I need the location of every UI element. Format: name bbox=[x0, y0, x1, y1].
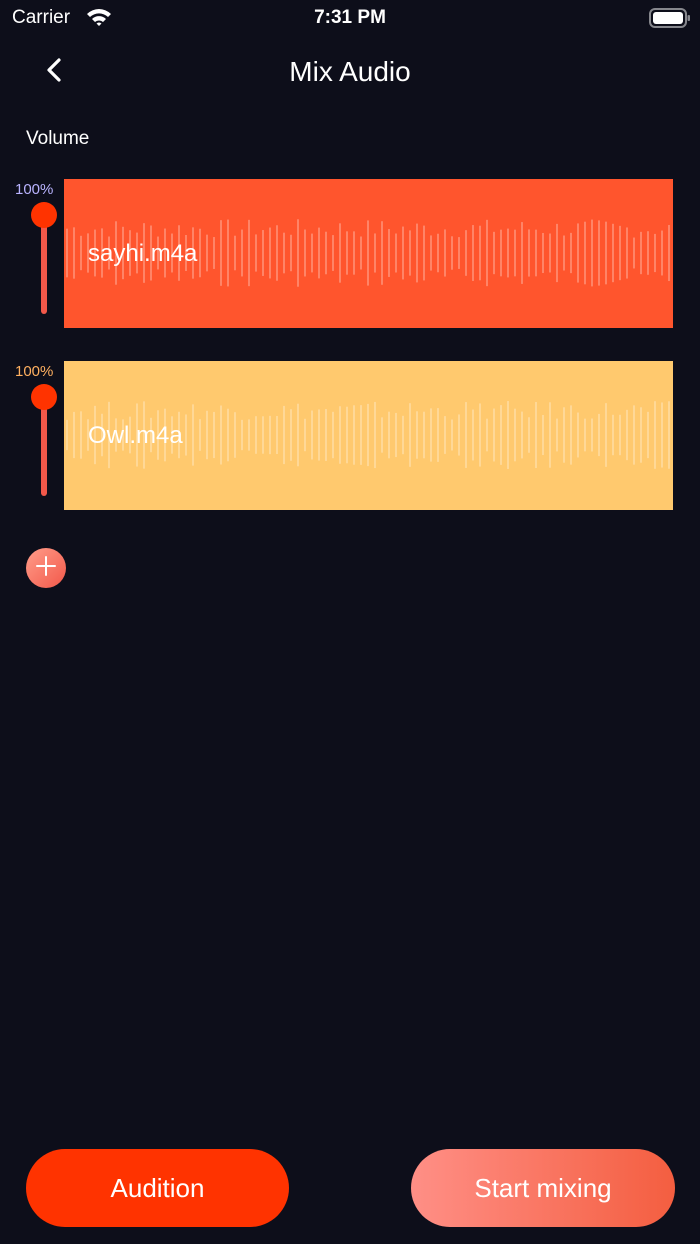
clock: 7:31 PM bbox=[314, 7, 386, 28]
volume-slider[interactable] bbox=[30, 200, 58, 320]
mix-audio-screen: Carrier 7:31 PM Mix Audio Volume 100% sa… bbox=[0, 0, 700, 1244]
audio-track: 100% sayhi.m4a bbox=[0, 178, 700, 328]
add-track-button[interactable] bbox=[26, 548, 66, 588]
clip-file-name: sayhi.m4a bbox=[88, 240, 198, 267]
audition-button[interactable]: Audition bbox=[26, 1149, 289, 1227]
volume-slider[interactable] bbox=[30, 382, 58, 502]
clip-file-name: Owl.m4a bbox=[88, 422, 183, 449]
nav-bar: Mix Audio bbox=[0, 44, 700, 100]
volume-slider-thumb[interactable] bbox=[31, 384, 57, 410]
start-mixing-button[interactable]: Start mixing bbox=[411, 1149, 675, 1227]
volume-percent-label: 100% bbox=[15, 181, 54, 198]
status-bar: Carrier 7:31 PM bbox=[0, 0, 700, 36]
page-title: Mix Audio bbox=[289, 56, 411, 87]
audio-track: 100% Owl.m4a bbox=[0, 360, 700, 510]
plus-icon bbox=[35, 555, 57, 582]
volume-slider-thumb[interactable] bbox=[31, 202, 57, 228]
volume-section-label: Volume bbox=[26, 128, 90, 149]
audio-clip[interactable]: Owl.m4a bbox=[64, 361, 673, 510]
volume-percent-label: 100% bbox=[15, 363, 54, 380]
battery-icon bbox=[649, 8, 691, 28]
audio-clip[interactable]: sayhi.m4a bbox=[64, 179, 673, 328]
